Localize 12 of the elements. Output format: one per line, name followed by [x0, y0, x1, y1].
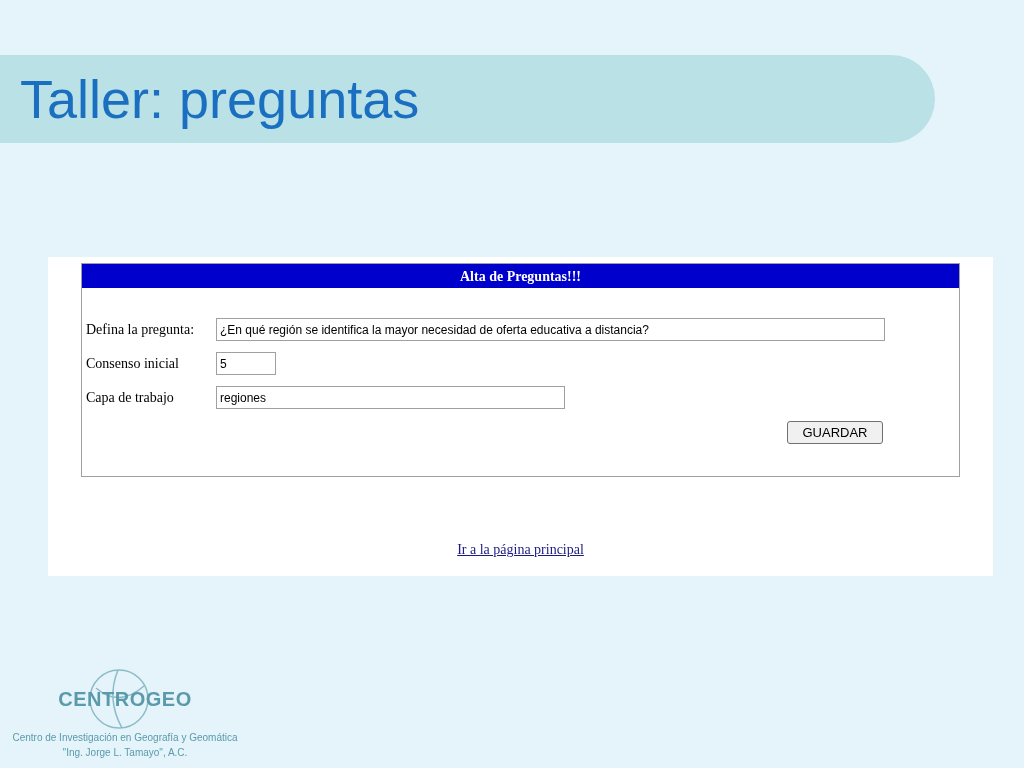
text-field[interactable]: regiones	[216, 386, 565, 409]
organization-name: "Ing. Jorge L. Tamayo", A.C.	[62, 746, 188, 760]
home-link[interactable]: Ir a la página principal	[457, 539, 584, 560]
field-label: Consenso inicial	[86, 355, 180, 373]
text-field[interactable]: 5	[216, 352, 276, 375]
form-header: Alta de Preguntas!!!	[82, 264, 959, 288]
field-label: Capa de trabajo	[86, 389, 175, 407]
text-field[interactable]: ¿En qué región se identifica la mayor necesidad de oferta educativa a distancia?	[216, 318, 885, 341]
organization-name: Centro de Investigación en Geografía y Geomática	[12, 731, 238, 745]
logo-text: CENTROGEO	[58, 687, 192, 712]
field-label: Defina la pregunta:	[86, 321, 196, 339]
save-button[interactable]: GUARDAR	[787, 421, 883, 444]
